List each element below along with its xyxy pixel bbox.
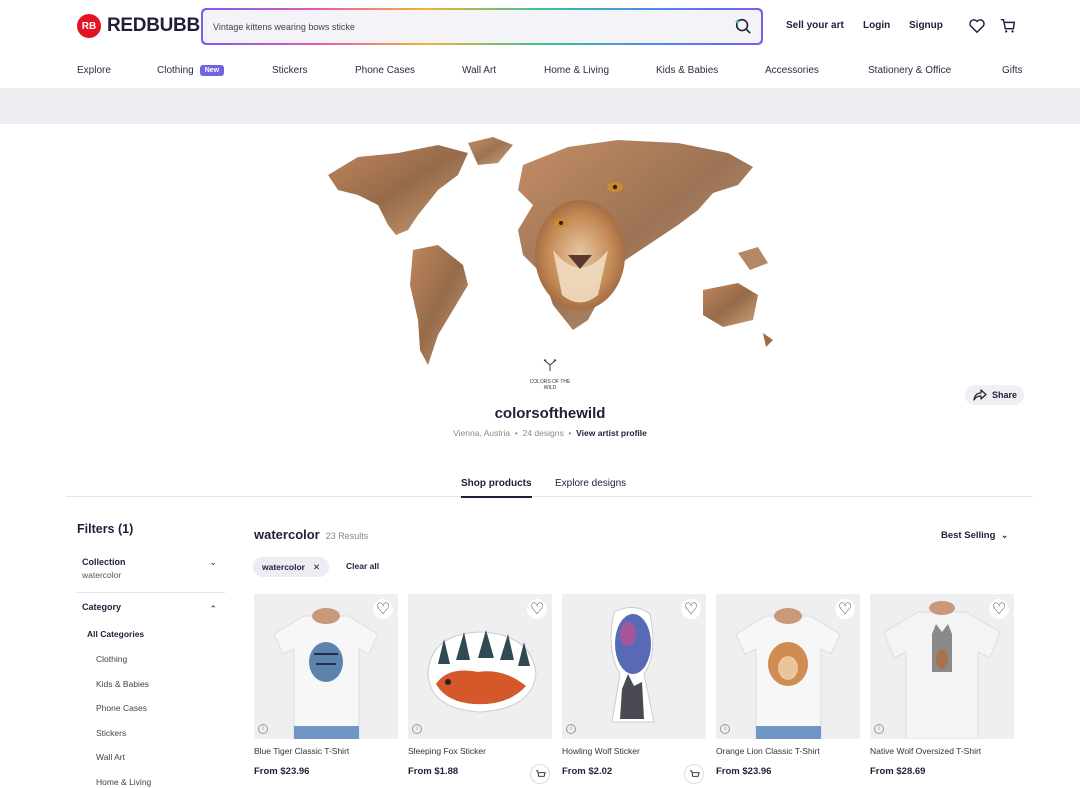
category-filter[interactable]: Category ⌃ bbox=[77, 602, 225, 614]
collection-value: watercolor bbox=[82, 570, 122, 580]
heart-icon[interactable]: ♡ bbox=[989, 599, 1009, 619]
heart-icon[interactable]: ♡ bbox=[835, 599, 855, 619]
nav-kids-babies[interactable]: Kids & Babies bbox=[656, 65, 718, 76]
product-title[interactable]: Blue Tiger Classic T-Shirt bbox=[254, 746, 398, 756]
product-title[interactable]: Native Wolf Oversized T-Shirt bbox=[870, 746, 1014, 756]
artist-location: Vienna, Austria bbox=[453, 428, 511, 438]
product-title[interactable]: Sleeping Fox Sticker bbox=[408, 746, 552, 756]
nav-accessories[interactable]: Accessories bbox=[765, 65, 819, 76]
hero-artwork-lion-world-map bbox=[328, 137, 773, 365]
artist-logo-text: COLORS OF THE WILD bbox=[529, 379, 571, 391]
category-home-living[interactable]: Home & Living bbox=[96, 777, 151, 787]
antler-icon bbox=[543, 358, 557, 371]
product-price: From $28.69 bbox=[870, 766, 926, 777]
login-link[interactable]: Login bbox=[863, 20, 890, 31]
heart-icon[interactable] bbox=[968, 17, 986, 35]
logo-mark: RB bbox=[77, 14, 101, 38]
info-icon[interactable]: i bbox=[720, 724, 730, 734]
category-wall-art[interactable]: Wall Art bbox=[96, 752, 125, 762]
new-badge: New bbox=[199, 65, 225, 76]
nav-gifts[interactable]: Gifts bbox=[1002, 65, 1023, 76]
collection-filter[interactable]: Collection watercolor ⌄ bbox=[77, 557, 225, 580]
clear-all-link[interactable]: Clear all bbox=[346, 561, 379, 571]
category-phone-cases[interactable]: Phone Cases bbox=[96, 703, 147, 713]
shop-tabs: Shop products Explore designs bbox=[66, 473, 1033, 498]
product-card[interactable]: ♡ i Native Wolf Oversized T-Shirt From $… bbox=[870, 594, 1014, 777]
nav-clothing-label: Clothing bbox=[157, 65, 194, 76]
share-button[interactable]: Share bbox=[965, 385, 1024, 405]
product-card[interactable]: ♡ i Blue Tiger Classic T-Shirt From $23.… bbox=[254, 594, 398, 777]
product-image[interactable]: ♡ i bbox=[254, 594, 398, 739]
artist-logo: COLORS OF THE WILD bbox=[528, 358, 572, 391]
artist-meta: Vienna, Austria • 24 designs • View arti… bbox=[453, 428, 647, 438]
collection-label: Collection bbox=[82, 557, 126, 567]
cart-icon[interactable] bbox=[999, 17, 1017, 35]
info-icon[interactable]: i bbox=[566, 724, 576, 734]
nav-home-living[interactable]: Home & Living bbox=[544, 65, 609, 76]
nav-clothing[interactable]: Clothing New bbox=[157, 65, 225, 76]
results-title: watercolor 23 Results bbox=[254, 527, 368, 542]
product-image[interactable]: ♡ i bbox=[408, 594, 552, 739]
product-title[interactable]: Orange Lion Classic T-Shirt bbox=[716, 746, 860, 756]
share-label: Share bbox=[992, 390, 1018, 400]
product-card[interactable]: ♡ i Howling Wolf Sticker From $2.02 bbox=[562, 594, 706, 784]
sell-your-art-link[interactable]: Sell your art bbox=[786, 20, 844, 31]
heart-icon[interactable]: ♡ bbox=[373, 599, 393, 619]
artist-name: colorsofthewild bbox=[494, 405, 606, 422]
search-inner bbox=[203, 10, 761, 43]
product-card[interactable]: ♡ i Orange Lion Classic T-Shirt From $23… bbox=[716, 594, 860, 777]
product-image[interactable]: ♡ i bbox=[716, 594, 860, 739]
filters-title: Filters (1) bbox=[77, 522, 134, 536]
header: RB REDBUBBLE Sell your art Login Signup bbox=[0, 0, 1080, 52]
category-kids-babies[interactable]: Kids & Babies bbox=[96, 679, 149, 689]
product-card[interactable]: ♡ i Sleeping Fox Sticker From $1.88 bbox=[408, 594, 552, 784]
nav-stickers[interactable]: Stickers bbox=[272, 65, 308, 76]
category-all[interactable]: All Categories bbox=[87, 629, 144, 639]
chevron-down-icon: ⌄ bbox=[998, 530, 1009, 541]
product-title[interactable]: Howling Wolf Sticker bbox=[562, 746, 706, 756]
filter-chip[interactable]: watercolor ✕ bbox=[253, 557, 330, 577]
nav-stationery-office[interactable]: Stationery & Office bbox=[868, 65, 951, 76]
chevron-up-icon: ⌃ bbox=[209, 604, 217, 614]
add-to-cart-icon[interactable] bbox=[684, 764, 704, 784]
info-icon[interactable]: i bbox=[412, 724, 422, 734]
info-icon[interactable]: i bbox=[874, 724, 884, 734]
filter-divider bbox=[77, 592, 225, 593]
add-to-cart-icon[interactable] bbox=[530, 764, 550, 784]
tab-shop-products[interactable]: Shop products bbox=[461, 478, 532, 498]
artist-design-count: 24 designs bbox=[522, 428, 564, 438]
view-artist-profile-link[interactable]: View artist profile bbox=[576, 428, 647, 438]
tab-explore-designs[interactable]: Explore designs bbox=[555, 478, 626, 489]
promo-banner bbox=[0, 88, 1080, 124]
sort-dropdown[interactable]: Best Selling ⌄ bbox=[941, 530, 1009, 541]
category-label: Category bbox=[82, 602, 122, 612]
heart-icon[interactable]: ♡ bbox=[527, 599, 547, 619]
product-image[interactable]: ♡ i bbox=[562, 594, 706, 739]
category-clothing[interactable]: Clothing bbox=[96, 654, 127, 664]
category-stickers[interactable]: Stickers bbox=[96, 728, 126, 738]
results-count: 23 Results bbox=[325, 531, 369, 541]
product-price: From $23.96 bbox=[716, 766, 772, 777]
signup-link[interactable]: Signup bbox=[909, 20, 943, 31]
chevron-down-icon: ⌄ bbox=[209, 557, 217, 567]
sort-label: Best Selling bbox=[941, 530, 996, 541]
nav-wall-art[interactable]: Wall Art bbox=[462, 65, 496, 76]
category-nav: Explore Clothing New Stickers Phone Cases… bbox=[0, 60, 1080, 82]
nav-phone-cases[interactable]: Phone Cases bbox=[355, 65, 415, 76]
close-icon[interactable]: ✕ bbox=[313, 562, 320, 573]
search-bar bbox=[201, 8, 763, 45]
heart-icon[interactable]: ♡ bbox=[681, 599, 701, 619]
nav-explore[interactable]: Explore bbox=[77, 65, 111, 76]
product-price: From $23.96 bbox=[254, 766, 310, 777]
search-icon[interactable] bbox=[734, 17, 752, 35]
share-icon bbox=[973, 389, 987, 401]
product-image[interactable]: ♡ i bbox=[870, 594, 1014, 739]
info-icon[interactable]: i bbox=[258, 724, 268, 734]
search-input[interactable] bbox=[203, 10, 723, 43]
results-query: watercolor bbox=[254, 527, 320, 542]
chip-label: watercolor bbox=[262, 562, 305, 572]
